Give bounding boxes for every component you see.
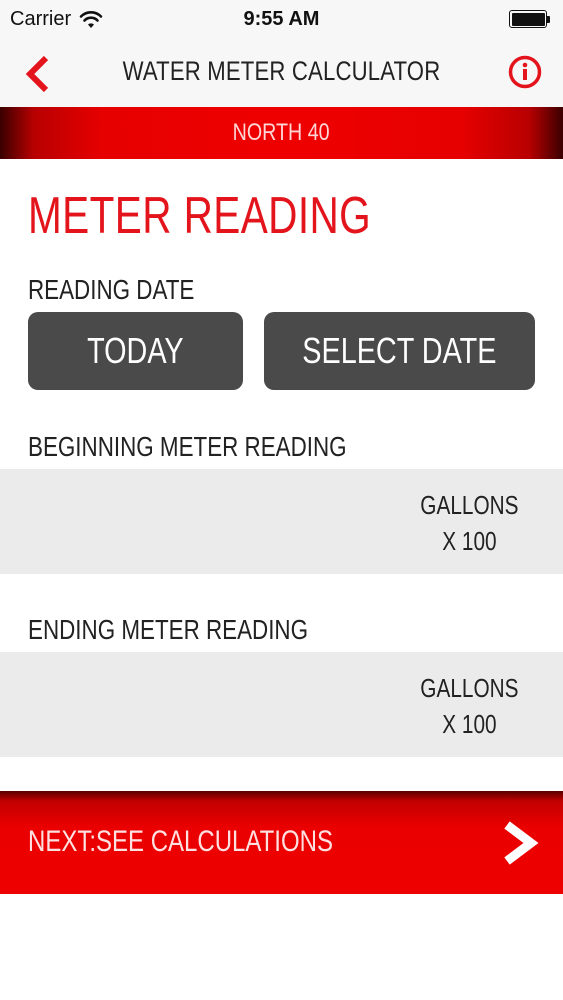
- ending-reading-input[interactable]: [20, 662, 420, 747]
- beginning-reading-field[interactable]: GALLONS X 100: [0, 469, 563, 574]
- reading-date-label: READING DATE: [28, 274, 195, 305]
- battery-icon: [509, 10, 551, 28]
- beginning-reading-label: BEGINNING METER READING: [28, 431, 347, 462]
- section-title: METER READING: [28, 187, 372, 245]
- beginning-reading-input[interactable]: [20, 479, 420, 564]
- info-icon: [508, 55, 542, 89]
- chevron-left-icon: [26, 56, 49, 92]
- ending-unit-line1: GALLONS: [420, 673, 519, 703]
- today-button-label: TODAY: [87, 330, 184, 371]
- page-title: WATER METER CALCULATOR: [122, 56, 441, 86]
- beginning-unit-line1: GALLONS: [420, 490, 519, 520]
- select-date-button[interactable]: SELECT DATE: [264, 312, 535, 390]
- ending-reading-label: ENDING METER READING: [28, 614, 309, 645]
- location-name: NORTH 40: [233, 119, 330, 146]
- next-button[interactable]: NEXT:SEE CALCULATIONS: [0, 791, 563, 894]
- back-button[interactable]: [18, 54, 58, 94]
- beginning-unit: GALLONS X 100: [408, 487, 531, 559]
- ending-unit: GALLONS X 100: [408, 670, 531, 742]
- battery-fill: [511, 12, 545, 26]
- info-button[interactable]: [507, 54, 543, 90]
- location-banner: NORTH 40: [0, 107, 563, 159]
- next-button-label: NEXT:SEE CALCULATIONS: [28, 825, 333, 858]
- ending-reading-field[interactable]: GALLONS X 100: [0, 652, 563, 757]
- today-button[interactable]: TODAY: [28, 312, 243, 390]
- select-date-button-label: SELECT DATE: [302, 330, 497, 371]
- beginning-unit-line2: X 100: [442, 526, 497, 556]
- nav-bar: WATER METER CALCULATOR: [0, 40, 563, 107]
- status-bar: Carrier 9:55 AM: [0, 0, 563, 40]
- status-time: 9:55 AM: [243, 8, 320, 30]
- ending-unit-line2: X 100: [442, 709, 497, 739]
- chevron-right-icon: [504, 821, 539, 865]
